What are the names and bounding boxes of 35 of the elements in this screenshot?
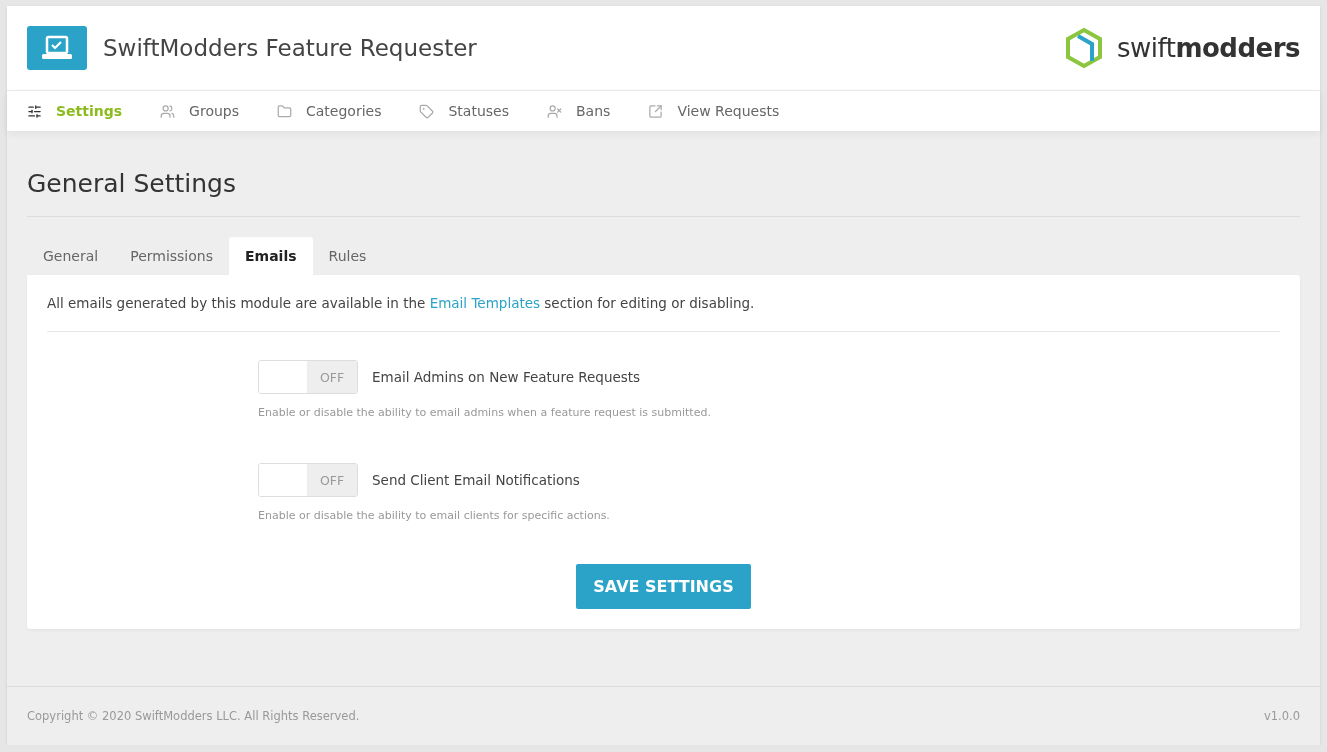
external-link-icon [648,103,664,119]
save-settings-button[interactable]: SAVE SETTINGS [576,564,751,609]
sliders-icon [27,103,42,119]
nav-label: Settings [56,103,123,119]
nav-label: View Requests [677,103,780,119]
tab[interactable]: Emails [229,237,313,275]
nav-link[interactable]: Statuses [419,103,509,119]
nav-label: Groups [189,103,239,119]
nav-link[interactable]: View Requests [648,103,780,119]
help-text: Enable or disable the ability to email admins when a feature request is submitted. [258,406,712,419]
nav-label: Bans [576,103,611,119]
copyright-text: Copyright © 2020 SwiftModders LLC. All Rights Reserved. [27,709,360,723]
tag-icon [419,103,435,119]
users-icon [160,103,176,119]
tab[interactable]: General [27,237,115,275]
help-text: Enable or disable the ability to email clients for specific actions. [258,509,611,522]
crossed-user-icon [547,103,562,119]
tab[interactable]: Rules [312,237,383,275]
nav-link[interactable]: Bans [547,103,611,119]
folder-icon [277,103,292,119]
page-title: General Settings [27,169,1300,217]
app-icon [27,26,87,70]
logo-text: swiftmodders [1116,33,1300,63]
logo-icon [1064,27,1103,69]
nav-label: Statuses [448,103,509,119]
app-title: SwiftModders Feature Requester [103,35,478,61]
email-templates-link[interactable]: Email Templates [429,295,541,311]
nav-link[interactable]: Categories [277,103,382,119]
setting-label: Send Client Email Notifications [372,472,580,488]
nav-link[interactable]: Groups [160,103,239,119]
setting-label: Email Admins on New Feature Requests [372,369,641,385]
nav-label: Categories [306,103,382,119]
version-text: v1.0.0 [1263,709,1300,723]
notice-text: All emails generated by this module are available in the Email Templates section for editing or disabling. [47,295,1280,332]
tab[interactable]: Permissions [114,237,229,275]
